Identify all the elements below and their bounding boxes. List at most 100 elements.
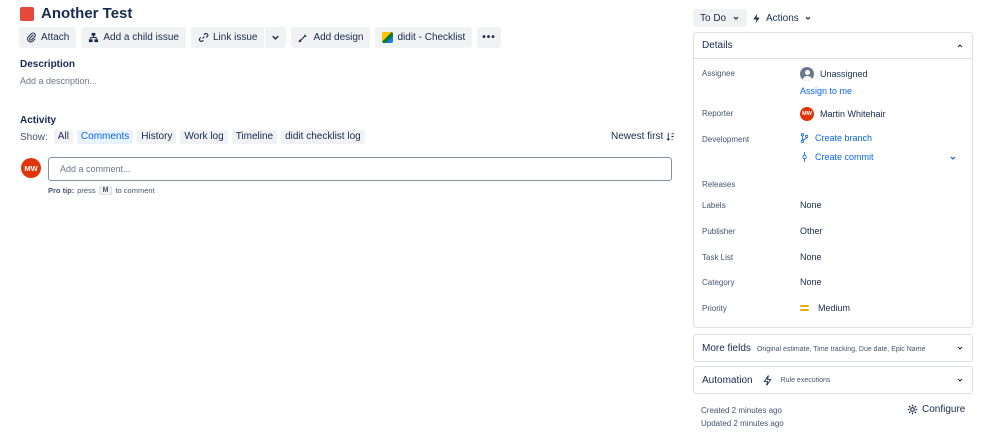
more-fields-subtitle: Original estimate, Time tracking, Due da… [756,346,926,353]
gear-icon [907,404,918,415]
chevron-down-icon [733,16,739,20]
activity-heading: Activity [20,115,57,126]
created-timestamp: Created 2 minutes ago [701,406,782,415]
actions-dropdown[interactable]: Actions [752,9,812,27]
paperclip-icon [27,32,36,43]
automation-subtitle: Rule executions [780,376,831,384]
development-label: Development [702,135,750,144]
status-dropdown[interactable]: To Do [693,9,748,27]
details-panel: Details Assignee Unassigned Assign to me… [693,32,973,328]
filter-all[interactable]: All [53,130,73,144]
reporter-text: Martin Whitehair [820,109,886,119]
add-design-button[interactable]: Add design [291,27,371,48]
commit-icon [802,152,807,162]
unassigned-avatar-icon [800,67,814,81]
didit-logo-icon [382,32,394,43]
actions-label: Actions [766,12,799,24]
protip-prefix: Pro tip: [48,186,75,195]
didit-checklist-button[interactable]: didit - Checklist [375,27,473,48]
priority-text: Medium [818,303,851,313]
automation-panel[interactable]: Automation Rule executions [693,366,973,394]
chevron-down-icon [272,35,280,40]
description-heading: Description [20,59,76,70]
publisher-label: Publisher [702,227,736,236]
protip-press: press [77,186,96,195]
description-input[interactable]: Add a description... [20,76,97,86]
sort-order-button[interactable]: Newest first [611,131,675,142]
lightning-icon [753,13,760,23]
category-value[interactable]: None [800,277,822,287]
configure-button[interactable]: Configure [907,404,965,415]
link-issue-button[interactable]: Link issue [190,27,265,48]
priority-value[interactable]: Medium [800,303,850,313]
updated-timestamp: Updated 2 minutes ago [701,419,784,428]
add-child-label: Add a child issue [103,32,179,43]
activity-filter-bar: Show: All Comments History Work log Time… [20,130,365,144]
labels-label: Labels [702,201,726,210]
create-commit-link[interactable]: Create commit [800,152,874,162]
sort-icon [666,132,675,141]
lightning-icon [763,374,772,386]
pro-tip: Pro tip: press M to comment [48,186,155,195]
details-title: Details [702,40,733,51]
issue-title[interactable]: Another Test [41,5,132,22]
show-label: Show: [20,131,48,143]
create-commit-text: Create commit [815,152,874,162]
user-avatar: MW [21,158,41,178]
filter-comments[interactable]: Comments [76,130,134,144]
releases-label: Releases [702,180,736,189]
filter-timeline[interactable]: Timeline [231,130,278,144]
assignee-label: Assignee [702,69,735,78]
assign-to-me-link[interactable]: Assign to me [800,86,852,96]
add-design-label: Add design [313,32,364,43]
chevron-down-icon[interactable] [949,154,957,162]
filter-history[interactable]: History [137,130,177,144]
bug-type-icon[interactable] [20,6,34,21]
priority-label: Priority [702,304,727,313]
assignee-text: Unassigned [820,69,868,79]
reporter-label: Reporter [702,109,734,118]
category-label: Category [702,278,735,287]
design-icon [298,34,308,43]
issue-toolbar: Attach Add a child issue Link issue Add … [19,27,501,48]
details-header[interactable]: Details [694,33,972,59]
more-fields-title: More fields [702,343,751,354]
filter-didit-checklist-log[interactable]: didit checklist log [281,130,365,144]
publisher-value[interactable]: Other [800,226,823,236]
assignee-value[interactable]: Unassigned [800,67,868,81]
hierarchy-icon [89,32,99,43]
chevron-down-icon [957,378,963,382]
didit-checklist-label: didit - Checklist [397,32,466,43]
attach-button[interactable]: Attach [19,27,77,48]
chevron-up-icon [957,43,963,47]
issue-header: Another Test [20,5,132,22]
link-issue-label: Link issue [212,32,258,43]
protip-suffix: to comment [115,186,155,195]
more-fields-panel[interactable]: More fields Original estimate, Time trac… [693,334,973,362]
more-fields-heading: More fields Original estimate, Time trac… [702,342,925,354]
add-child-issue-button[interactable]: Add a child issue [81,27,186,48]
task-list-label: Task List [702,253,734,262]
attach-label: Attach [41,32,70,43]
configure-label: Configure [922,404,966,415]
create-branch-text: Create branch [815,133,873,143]
sort-label: Newest first [611,131,664,142]
labels-value[interactable]: None [800,200,822,210]
link-issue-group: Link issue [190,27,287,48]
chevron-down-icon [957,346,963,350]
more-actions-button[interactable]: ••• [477,27,501,48]
comment-input[interactable]: Add a comment... [48,157,672,181]
link-issue-dropdown[interactable] [265,27,287,48]
status-label: To Do [700,12,727,24]
task-list-value[interactable]: None [800,252,822,262]
filter-work-log[interactable]: Work log [180,130,228,144]
link-icon [198,32,209,42]
automation-title: Automation [702,374,753,386]
priority-medium-icon [800,305,809,311]
chevron-down-icon [805,16,811,20]
shortcut-key: M [98,186,113,195]
create-branch-link[interactable]: Create branch [800,133,872,143]
reporter-value[interactable]: MW Martin Whitehair [800,107,886,121]
branch-icon [800,133,809,143]
automation-heading: Automation Rule executions [702,375,830,386]
